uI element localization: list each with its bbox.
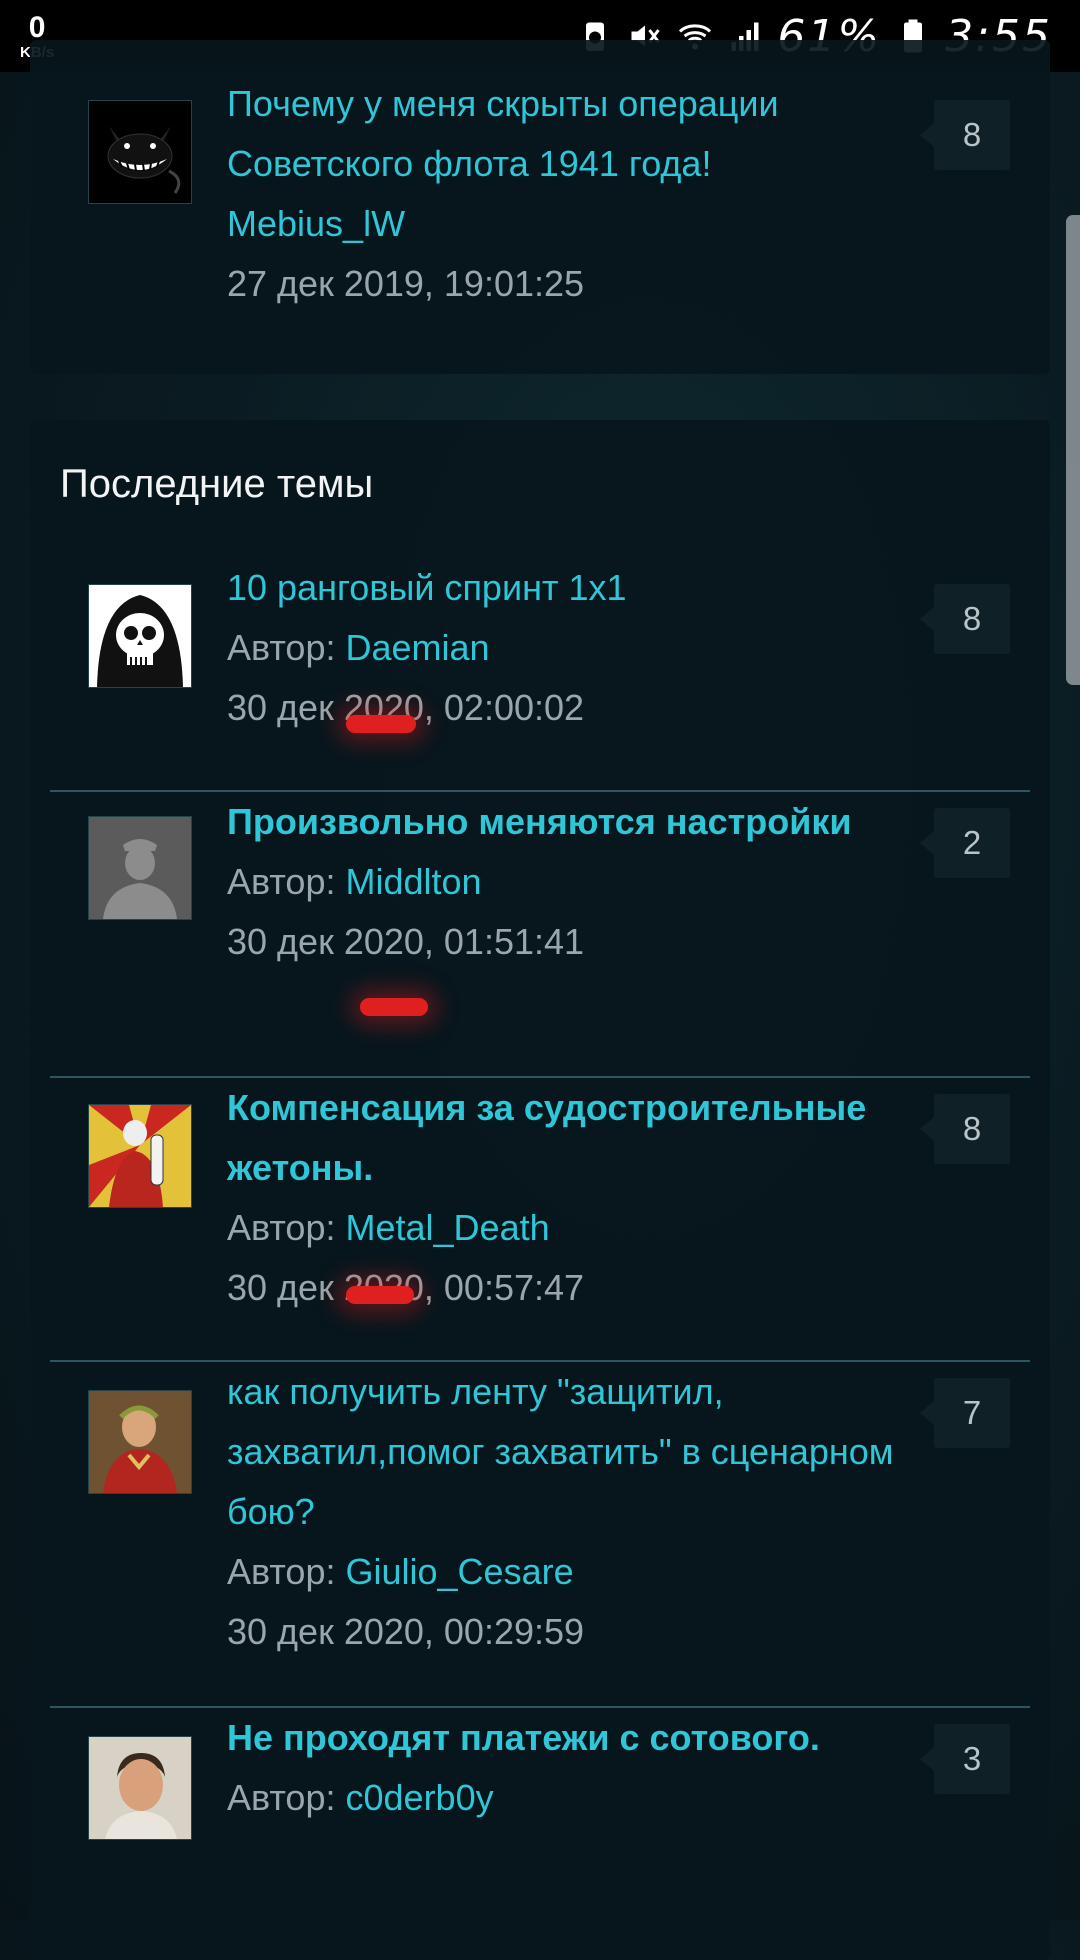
author-label: Автор: [227, 861, 336, 902]
author-label: Автор: [227, 627, 336, 668]
avatar[interactable] [88, 100, 192, 204]
avatar[interactable] [88, 584, 192, 688]
default-avatar-icon [89, 817, 191, 919]
author-label: Автор: [227, 1551, 336, 1592]
topic-author-link[interactable]: Daemian [346, 627, 490, 668]
avatar[interactable] [88, 1390, 192, 1494]
avatar[interactable] [88, 1736, 192, 1840]
cat-avatar-icon [89, 101, 191, 203]
topic-title[interactable]: Произвольно меняются настройки [227, 792, 897, 852]
topic-item[interactable]: Компенсация за судостроительные жетоны. … [50, 1078, 1030, 1362]
red-highlight-mark [360, 998, 428, 1016]
caesar-avatar-icon [89, 1391, 191, 1493]
reply-count-badge: 7 [920, 1378, 1010, 1448]
reply-count-badge: 8 [920, 100, 1010, 170]
topic-author-link[interactable]: Mebius_lW [227, 203, 405, 244]
topic-date: 27 дек 2019, 19:01:25 [227, 263, 585, 304]
net-speed-value: 0 [28, 10, 46, 44]
photo-avatar-icon [89, 1737, 191, 1839]
topic-date: 30 дек 2020, 02:00:02 [227, 687, 585, 728]
skull-avatar-icon [89, 585, 191, 687]
poster-avatar-icon [89, 1105, 191, 1207]
author-label: Автор: [227, 1777, 336, 1818]
avatar[interactable] [88, 816, 192, 920]
topic-title[interactable]: Не проходят платежи с сотового. [227, 1708, 897, 1768]
topic-title[interactable]: 10 ранговый спринт 1x1 [227, 558, 897, 618]
reply-count-badge: 8 [920, 1094, 1010, 1164]
topic-author-link[interactable]: Metal_Death [346, 1207, 550, 1248]
reply-count-badge: 2 [920, 808, 1010, 878]
topic-author-link[interactable]: c0derb0y [346, 1777, 494, 1818]
avatar[interactable] [88, 1104, 192, 1208]
latest-topics-card: Последние темы 10 ранговый спринт 1x1 Ав… [30, 420, 1050, 1960]
topic-title[interactable]: Почему у меня скрыты операции Советского… [227, 74, 897, 194]
topic-date: 30 дек 2020, 01:51:41 [227, 921, 585, 962]
topic-item[interactable]: Произвольно меняются настройки Автор: Mi… [50, 792, 1030, 1078]
previous-topic-card: Почему у меня скрыты операции Советского… [30, 40, 1050, 374]
reply-count-badge: 8 [920, 584, 1010, 654]
section-title: Последние темы [60, 462, 374, 506]
topic-item[interactable]: как получить ленту "защитил, захватил,по… [50, 1362, 1030, 1708]
red-highlight-mark [346, 1286, 414, 1304]
topic-author-link[interactable]: Middlton [346, 861, 482, 902]
author-label: Автор: [227, 1207, 336, 1248]
topic-date: 30 дек 2020, 00:29:59 [227, 1611, 585, 1652]
reply-count-badge: 3 [920, 1724, 1010, 1794]
topic-author-link[interactable]: Giulio_Cesare [346, 1551, 574, 1592]
topic-item[interactable]: Не проходят платежи с сотового. Автор: c… [50, 1708, 1030, 1960]
scrollbar[interactable] [1066, 215, 1080, 685]
topic-item[interactable]: Почему у меня скрыты операции Советского… [50, 40, 1030, 374]
topic-title[interactable]: Компенсация за судостроительные жетоны. [227, 1078, 897, 1198]
topic-title[interactable]: как получить ленту "защитил, захватил,по… [227, 1362, 897, 1542]
topic-date: 30 дек 2020, 00:57:47 [227, 1267, 585, 1308]
red-highlight-mark [346, 715, 416, 733]
topic-item[interactable]: 10 ранговый спринт 1x1 Автор: Daemian 30… [50, 530, 1030, 792]
